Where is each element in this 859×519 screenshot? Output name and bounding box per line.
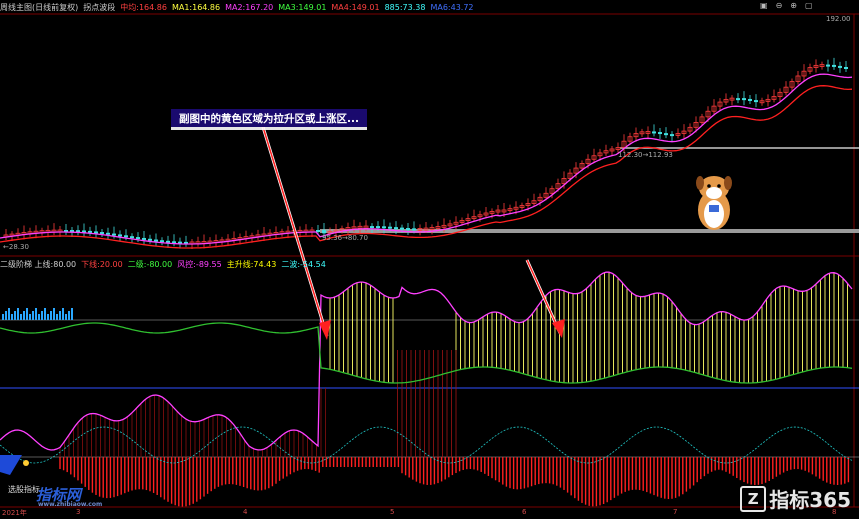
candle-body: [382, 226, 386, 229]
blue-hist-bar: [23, 311, 25, 320]
blue-hist-bar: [17, 308, 19, 320]
candle-body: [394, 227, 398, 230]
candle-body: [736, 98, 740, 101]
blue-hist-bar: [14, 311, 16, 320]
blue-hist-bar: [53, 308, 55, 320]
candle-body: [388, 226, 392, 229]
candle-body: [838, 65, 842, 68]
blue-hist-bar: [59, 311, 61, 320]
blue-hist-bar: [11, 314, 13, 320]
blue-block: [0, 455, 22, 475]
blue-hist-bar: [38, 314, 40, 320]
candle-body: [844, 66, 848, 69]
candle-body: [142, 237, 146, 240]
date-tick-label: 3: [76, 508, 81, 516]
blue-hist-bar: [8, 308, 10, 320]
main-legend-item: 周线主图(日线前复权): [0, 2, 79, 12]
date-axis: 2021年 3 4 5 6 7 8: [0, 508, 859, 519]
candle-body: [664, 133, 668, 136]
blue-hist-bar: [29, 314, 31, 320]
blue-hist-bar: [62, 308, 64, 320]
candle-body: [154, 239, 158, 242]
main-legend-item: 885:73.38: [384, 2, 426, 12]
main-legend-item: MA4:149.01: [331, 2, 380, 12]
candle-body: [100, 232, 104, 235]
zoom-out-icon[interactable]: ⊖: [776, 1, 783, 10]
blue-hist-bar: [71, 308, 73, 320]
sub-legend-item: 风控:-89.55: [177, 259, 222, 269]
candle-body: [124, 235, 128, 238]
candle-body: [832, 64, 836, 67]
blue-hist-bar: [32, 311, 34, 320]
blue-hist-bar: [2, 314, 4, 320]
price-low-label: 95.36→80.70: [322, 234, 368, 242]
candle-body: [748, 98, 752, 101]
blue-hist-bar: [26, 308, 28, 320]
candle-body: [658, 132, 662, 135]
candle-body: [742, 98, 746, 101]
candle-body: [406, 228, 410, 231]
date-tick-label: 2021年: [2, 509, 27, 517]
annotation-callout: 副图中的黄色区域为拉升区或上涨区...: [171, 109, 367, 130]
layout-icon[interactable]: ▣: [760, 1, 768, 10]
sub-chart-legend: 二级阶梯 上线:80.00 下线:20.00 二级:-80.00 风控:-89.55 主…: [0, 258, 331, 270]
candle-body: [370, 226, 374, 229]
candle-body: [112, 233, 116, 236]
date-tick-label: 5: [390, 508, 395, 516]
main-legend-item: MA3:149.01: [278, 2, 327, 12]
blue-hist-bar: [47, 314, 49, 320]
candle-body: [412, 228, 416, 231]
blue-hist-bar: [5, 311, 7, 320]
zoom-in-icon[interactable]: ⊕: [790, 1, 797, 10]
watermark-left: 指标网 www.zhibiaow.com: [36, 484, 102, 508]
blue-hist-bar: [20, 314, 22, 320]
candle-body: [136, 237, 140, 240]
dog-mascot-icon: [696, 176, 732, 230]
sub-legend-item: 二波:-54.54: [281, 259, 326, 269]
blue-hist-bar: [35, 308, 37, 320]
price-high-label: 192.00: [826, 15, 851, 23]
date-tick-label: 8: [832, 508, 837, 516]
green-line: [0, 322, 853, 384]
candle-body: [826, 64, 830, 67]
candle-body: [400, 227, 404, 230]
main-legend-item: MA1:164.86: [171, 2, 221, 12]
candle-body: [118, 234, 122, 237]
blue-hist-bar: [68, 311, 70, 320]
candle-body: [670, 134, 674, 137]
candle-body: [322, 230, 326, 234]
candle-body: [130, 236, 134, 239]
window-icon[interactable]: ▢: [805, 1, 813, 10]
candle-body: [754, 100, 758, 103]
blue-hist-bar: [65, 314, 67, 320]
marker-dot: [23, 460, 29, 466]
candle-body: [316, 230, 320, 233]
sub-legend-item: 二级阶梯 上线:80.00: [0, 259, 77, 269]
date-tick-label: 6: [522, 508, 527, 516]
date-tick-label: 7: [673, 508, 678, 516]
blue-hist-bar: [56, 314, 58, 320]
main-legend-item: MA2:167.20: [225, 2, 274, 12]
blue-hist-bar: [44, 308, 46, 320]
main-legend-item: 中均:164.86: [120, 2, 167, 12]
main-legend-item: 拐点波段: [83, 2, 116, 12]
candle-body: [376, 226, 380, 229]
blue-hist-bar: [41, 311, 43, 320]
price-bottom-label: ←28.30: [3, 243, 29, 251]
main-legend-item: MA6:43.72: [430, 2, 474, 12]
candle-body: [148, 238, 152, 241]
sub-legend-item: 下线:20.00: [81, 259, 123, 269]
watermark-left-url: www.zhibiaow.com: [38, 501, 103, 508]
main-chart-legend: 周线主图(日线前复权) 拐点波段 中均:164.86 MA1:164.86 MA2:16…: [0, 0, 859, 14]
sub-legend-item: 主升线:74.43: [226, 259, 277, 269]
candle-body: [106, 232, 110, 235]
blue-hist-bar: [50, 311, 52, 320]
chart-toolbar[interactable]: ▣ ⊖ ⊕ ▢: [760, 1, 813, 10]
sub-legend-item: 二级:-80.00: [127, 259, 173, 269]
candle-body: [652, 131, 656, 134]
date-tick-label: 4: [243, 508, 248, 516]
price-mid-label: 112.30→112.93: [618, 151, 673, 159]
